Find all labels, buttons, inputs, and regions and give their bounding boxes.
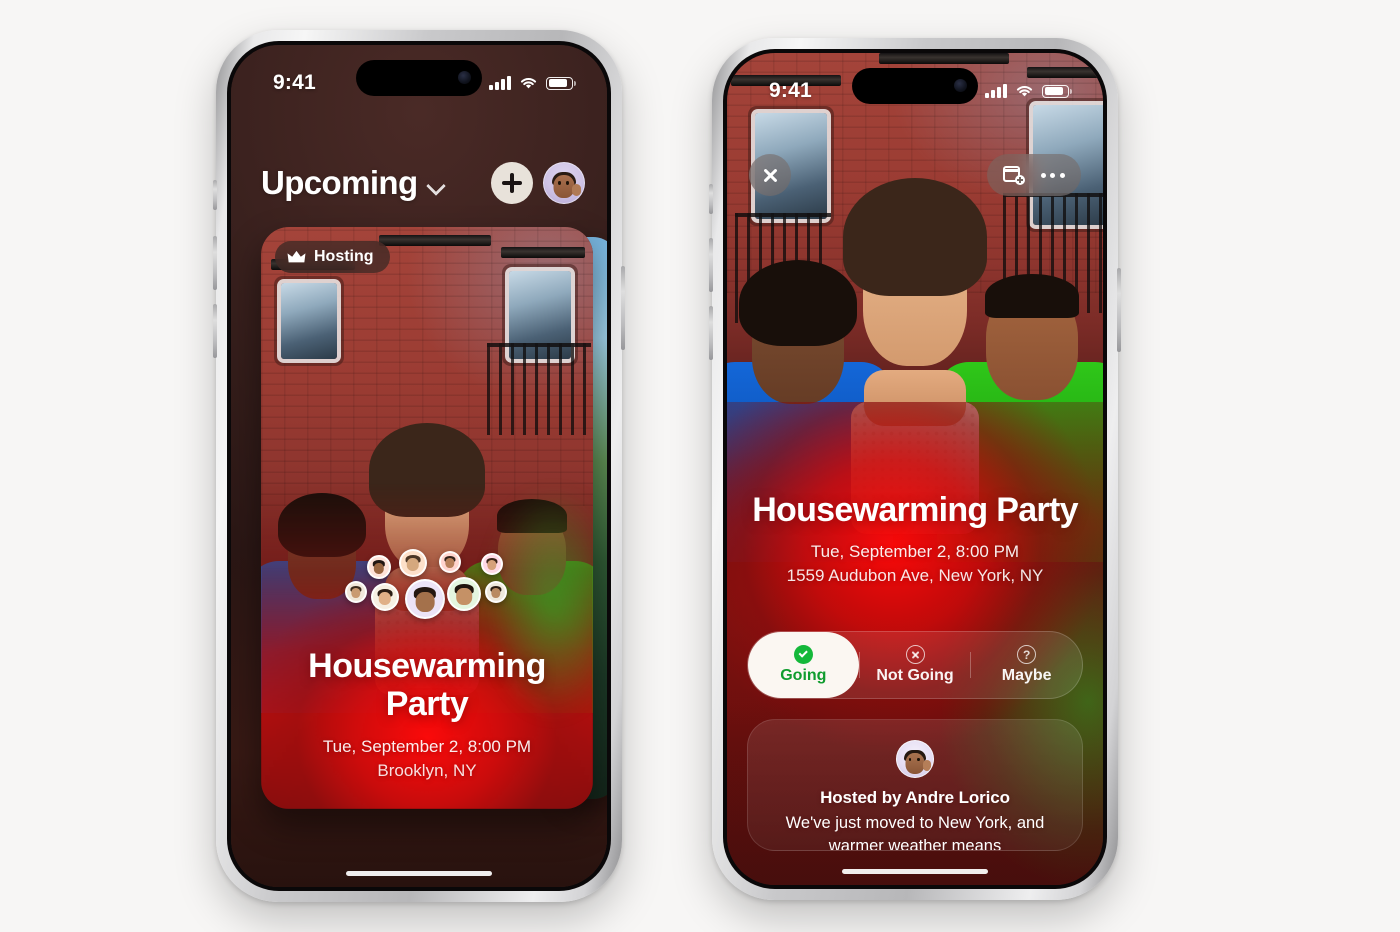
plus-icon <box>502 173 522 193</box>
phone-left: 9:41 Upcoming Hosting Housewarming Party… <box>213 30 625 902</box>
building-window-left <box>281 283 337 359</box>
home-indicator[interactable] <box>346 870 492 876</box>
rsvp-segmented-control[interactable]: Going Not Going ? Maybe <box>747 631 1083 699</box>
attendee-bubble <box>371 583 399 611</box>
phone-left-bezel: 9:41 Upcoming Hosting Housewarming Party… <box>227 41 611 891</box>
close-button[interactable] <box>749 154 791 196</box>
phone-left-screen: 9:41 Upcoming Hosting Housewarming Party… <box>231 45 607 887</box>
building-cornice-right <box>1027 67 1103 78</box>
chevron-down-icon[interactable] <box>428 178 444 194</box>
avatar-eye-left <box>557 181 561 185</box>
question-circle-icon: ? <box>1017 645 1037 664</box>
event-detail-header: Housewarming Party Tue, September 2, 8:0… <box>727 491 1103 586</box>
page-title: Upcoming <box>261 164 418 201</box>
attendee-bubble <box>439 551 461 573</box>
screenshot-canvas: 9:41 Upcoming Hosting Housewarming Party… <box>0 0 1400 932</box>
building-cornice-right <box>501 247 585 258</box>
avatar-head <box>905 752 925 774</box>
volume-down-button[interactable] <box>709 306 713 360</box>
event-address: 1559 Audubon Ave, New York, NY <box>786 566 1044 585</box>
x-circle-icon <box>905 645 925 664</box>
event-location: Brooklyn, NY <box>377 761 477 780</box>
navbar-actions <box>491 162 585 204</box>
attendee-bubble <box>485 581 507 603</box>
event-datetime: Tue, September 2, 8:00 PM <box>810 542 1020 561</box>
hosting-badge-label: Hosting <box>314 248 374 265</box>
attendee-bubble <box>481 553 503 575</box>
event-title: Housewarming Party <box>308 646 546 723</box>
power-button[interactable] <box>621 266 625 350</box>
phone-right-screen: 9:41 Housewarming Party Tue, September 2… <box>727 53 1103 885</box>
rsvp-maybe-label: Maybe <box>1001 667 1052 684</box>
building-cornice-center <box>379 235 491 246</box>
detail-actions <box>986 154 1081 196</box>
upcoming-title-button[interactable]: Upcoming <box>261 164 444 202</box>
building-cornice-center <box>879 53 1009 64</box>
rsvp-option-maybe[interactable]: ? Maybe <box>971 632 1082 698</box>
building-cornice-left <box>731 75 841 86</box>
mute-switch[interactable] <box>709 184 713 214</box>
host-description-card[interactable]: Hosted by Andre Lorico We've just moved … <box>747 719 1083 851</box>
event-detail-topbar <box>727 153 1103 197</box>
attendee-avatar-cluster[interactable] <box>327 547 527 623</box>
attendee-bubble <box>345 581 367 603</box>
rsvp-going-label: Going <box>780 667 827 684</box>
event-card-text: Housewarming Party Tue, September 2, 8:0… <box>261 647 593 781</box>
attendee-bubble <box>405 579 445 619</box>
attendee-bubble <box>367 555 391 579</box>
attendee-bubble <box>399 549 427 577</box>
event-datetime: Tue, September 2, 8:00 PM <box>322 737 532 756</box>
add-event-button[interactable] <box>491 162 533 204</box>
host-description-paragraph-1: We've just moved to New York, and warmer… <box>785 814 1045 851</box>
volume-up-button[interactable] <box>213 236 217 290</box>
profile-avatar-button[interactable] <box>543 162 585 204</box>
crown-icon <box>287 250 306 264</box>
volume-down-button[interactable] <box>213 304 217 358</box>
check-circle-icon <box>793 645 813 664</box>
upcoming-navbar: Upcoming <box>231 157 607 209</box>
event-title: Housewarming Party <box>752 491 1078 529</box>
avatar-eye-right <box>566 181 569 185</box>
dynamic-island <box>356 60 482 96</box>
attendee-bubble <box>447 577 481 611</box>
avatar-hand <box>923 760 931 771</box>
phone-right-bezel: 9:41 Housewarming Party Tue, September 2… <box>723 49 1107 889</box>
hosted-by-label: Hosted by Andre Lorico <box>820 788 1010 807</box>
more-options-icon[interactable] <box>1040 172 1065 178</box>
dynamic-island <box>852 68 978 104</box>
rsvp-option-not-going[interactable]: Not Going <box>860 632 971 698</box>
avatar-hand <box>572 184 581 196</box>
host-avatar[interactable] <box>896 740 934 778</box>
close-icon <box>762 167 779 184</box>
calendar-add-icon[interactable] <box>1002 165 1025 185</box>
rsvp-not-going-label: Not Going <box>876 667 954 684</box>
event-card-carousel[interactable]: Hosting Housewarming Party Tue, Septembe… <box>231 227 607 887</box>
event-card[interactable]: Hosting Housewarming Party Tue, Septembe… <box>261 227 593 809</box>
mute-switch[interactable] <box>213 180 217 210</box>
phone-right: 9:41 Housewarming Party Tue, September 2… <box>709 38 1121 900</box>
volume-up-button[interactable] <box>709 238 713 292</box>
power-button[interactable] <box>1117 268 1121 352</box>
rsvp-option-going[interactable]: Going <box>748 632 859 698</box>
hosting-badge: Hosting <box>275 241 390 273</box>
home-indicator[interactable] <box>842 868 988 874</box>
